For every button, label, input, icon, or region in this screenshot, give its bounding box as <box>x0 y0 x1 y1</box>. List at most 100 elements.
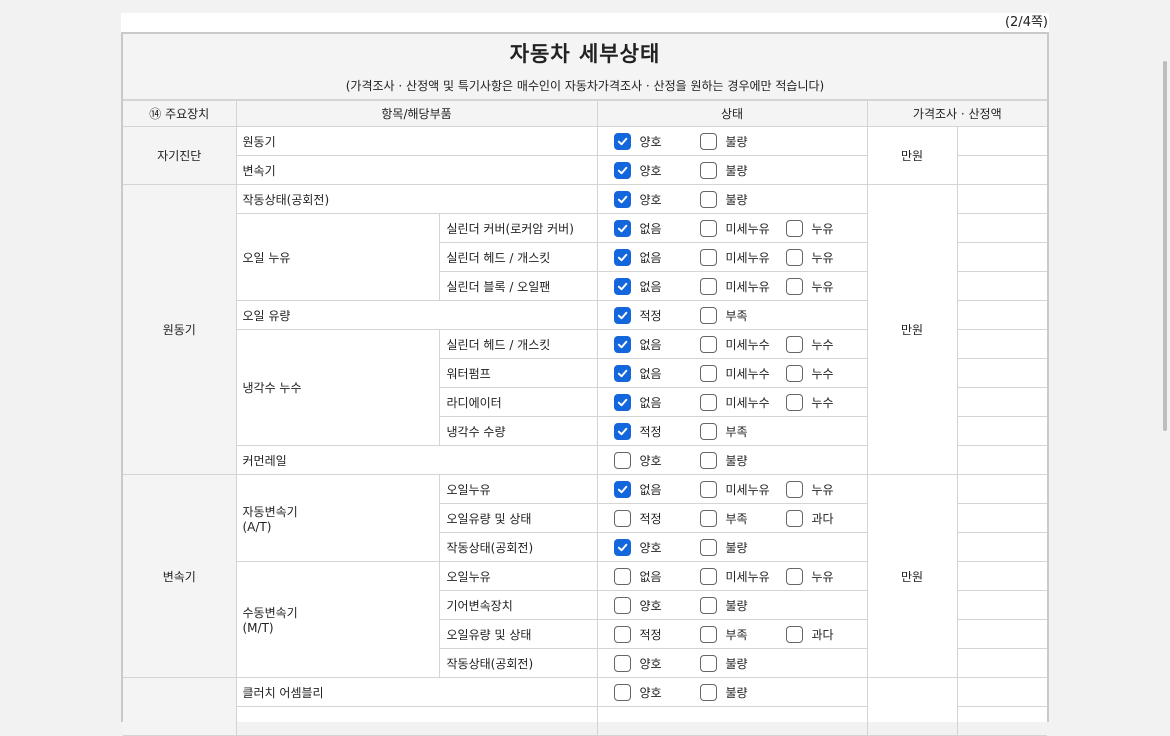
status-option-short[interactable]: 부족 <box>699 418 772 445</box>
price-input[interactable] <box>956 532 1048 562</box>
checkbox-unchecked[interactable] <box>785 277 803 295</box>
checkbox-checked[interactable] <box>613 393 631 411</box>
price-input[interactable] <box>956 358 1048 388</box>
status-option-good[interactable]: 양호 <box>613 592 686 619</box>
checkbox-unchecked[interactable] <box>699 683 717 701</box>
status-option-none[interactable]: 없음 <box>613 244 686 271</box>
status-option-none[interactable]: 없음 <box>613 331 686 358</box>
price-input[interactable] <box>956 619 1048 649</box>
checkbox-checked[interactable] <box>613 161 631 179</box>
status-option-oil[interactable]: 누유 <box>785 244 858 271</box>
status-option-none[interactable]: 없음 <box>613 389 686 416</box>
price-input[interactable] <box>956 648 1048 678</box>
status-option-none[interactable]: 없음 <box>613 476 686 503</box>
checkbox-unchecked[interactable] <box>785 364 803 382</box>
checkbox-unchecked[interactable] <box>699 190 717 208</box>
status-option-short[interactable]: 부족 <box>699 621 772 648</box>
checkbox-unchecked[interactable] <box>613 451 631 469</box>
status-option-proper[interactable]: 적정 <box>613 505 686 532</box>
status-option-proper[interactable]: 적정 <box>613 621 686 648</box>
status-option-oil[interactable]: 누유 <box>785 215 858 242</box>
checkbox-unchecked[interactable] <box>613 625 631 643</box>
status-option-water[interactable]: 누수 <box>785 360 858 387</box>
status-option-proper[interactable]: 적정 <box>613 418 686 445</box>
checkbox-unchecked[interactable] <box>699 161 717 179</box>
checkbox-unchecked[interactable] <box>785 625 803 643</box>
price-input[interactable] <box>956 561 1048 591</box>
status-option-bad[interactable]: 불량 <box>699 650 772 677</box>
checkbox-unchecked[interactable] <box>699 393 717 411</box>
status-option-water[interactable]: 누수 <box>785 331 858 358</box>
checkbox-unchecked[interactable] <box>699 422 717 440</box>
checkbox-checked[interactable] <box>613 364 631 382</box>
status-option-minor_oil[interactable]: 미세누유 <box>699 244 772 271</box>
price-input[interactable] <box>956 213 1048 243</box>
checkbox-unchecked[interactable] <box>699 538 717 556</box>
checkbox-checked[interactable] <box>613 132 631 150</box>
checkbox-unchecked[interactable] <box>785 480 803 498</box>
status-option-bad[interactable]: 불량 <box>699 679 772 706</box>
checkbox-checked[interactable] <box>613 480 631 498</box>
status-option-oil[interactable]: 누유 <box>785 476 858 503</box>
status-option-bad[interactable]: 불량 <box>699 186 772 213</box>
price-input[interactable] <box>956 677 1048 707</box>
checkbox-unchecked[interactable] <box>699 248 717 266</box>
price-input[interactable] <box>956 300 1048 330</box>
status-option-bad[interactable]: 불량 <box>699 592 772 619</box>
price-input[interactable] <box>956 706 1048 736</box>
status-option-none[interactable]: 없음 <box>613 360 686 387</box>
status-option-minor_oil[interactable]: 미세누유 <box>699 215 772 242</box>
price-input[interactable] <box>956 329 1048 359</box>
checkbox-unchecked[interactable] <box>699 132 717 150</box>
checkbox-unchecked[interactable] <box>699 654 717 672</box>
status-option-good[interactable]: 양호 <box>613 157 686 184</box>
status-option-oil[interactable]: 누유 <box>785 273 858 300</box>
status-option-bad[interactable]: 불량 <box>699 157 772 184</box>
checkbox-unchecked[interactable] <box>613 567 631 585</box>
status-option-excess[interactable]: 과다 <box>785 621 858 648</box>
checkbox-unchecked[interactable] <box>699 451 717 469</box>
status-option-good[interactable]: 양호 <box>613 534 686 561</box>
price-input[interactable] <box>956 271 1048 301</box>
checkbox-unchecked[interactable] <box>699 219 717 237</box>
price-input[interactable] <box>956 590 1048 620</box>
checkbox-unchecked[interactable] <box>613 596 631 614</box>
checkbox-unchecked[interactable] <box>785 335 803 353</box>
status-option-minor_water[interactable]: 미세누수 <box>699 360 772 387</box>
checkbox-unchecked[interactable] <box>613 654 631 672</box>
status-option-minor_oil[interactable]: 미세누유 <box>699 476 772 503</box>
status-option-good[interactable]: 양호 <box>613 128 686 155</box>
status-option-none[interactable]: 없음 <box>613 215 686 242</box>
status-option-proper[interactable]: 적정 <box>613 302 686 329</box>
status-option-good[interactable]: 양호 <box>613 186 686 213</box>
price-input[interactable] <box>956 242 1048 272</box>
status-option-minor_water[interactable]: 미세누수 <box>699 331 772 358</box>
status-option-good[interactable]: 양호 <box>613 679 686 706</box>
status-option-minor_oil[interactable]: 미세누유 <box>699 273 772 300</box>
checkbox-checked[interactable] <box>613 277 631 295</box>
status-option-minor_oil[interactable]: 미세누유 <box>699 563 772 590</box>
checkbox-unchecked[interactable] <box>699 625 717 643</box>
checkbox-unchecked[interactable] <box>699 306 717 324</box>
status-option-oil[interactable]: 누유 <box>785 563 858 590</box>
checkbox-unchecked[interactable] <box>699 335 717 353</box>
checkbox-unchecked[interactable] <box>699 364 717 382</box>
checkbox-checked[interactable] <box>613 538 631 556</box>
status-option-bad[interactable]: 불량 <box>699 534 772 561</box>
checkbox-unchecked[interactable] <box>785 567 803 585</box>
price-input[interactable] <box>956 503 1048 533</box>
checkbox-checked[interactable] <box>613 422 631 440</box>
checkbox-unchecked[interactable] <box>785 248 803 266</box>
price-input[interactable] <box>956 445 1048 475</box>
status-option-none[interactable]: 없음 <box>613 273 686 300</box>
status-option-bad[interactable]: 불량 <box>699 447 772 474</box>
checkbox-unchecked[interactable] <box>785 509 803 527</box>
status-option-good[interactable]: 양호 <box>613 447 686 474</box>
checkbox-unchecked[interactable] <box>785 219 803 237</box>
checkbox-unchecked[interactable] <box>699 567 717 585</box>
checkbox-unchecked[interactable] <box>613 509 631 527</box>
status-option-none[interactable]: 없음 <box>613 563 686 590</box>
status-option-water[interactable]: 누수 <box>785 389 858 416</box>
checkbox-checked[interactable] <box>613 248 631 266</box>
price-input[interactable] <box>956 416 1048 446</box>
